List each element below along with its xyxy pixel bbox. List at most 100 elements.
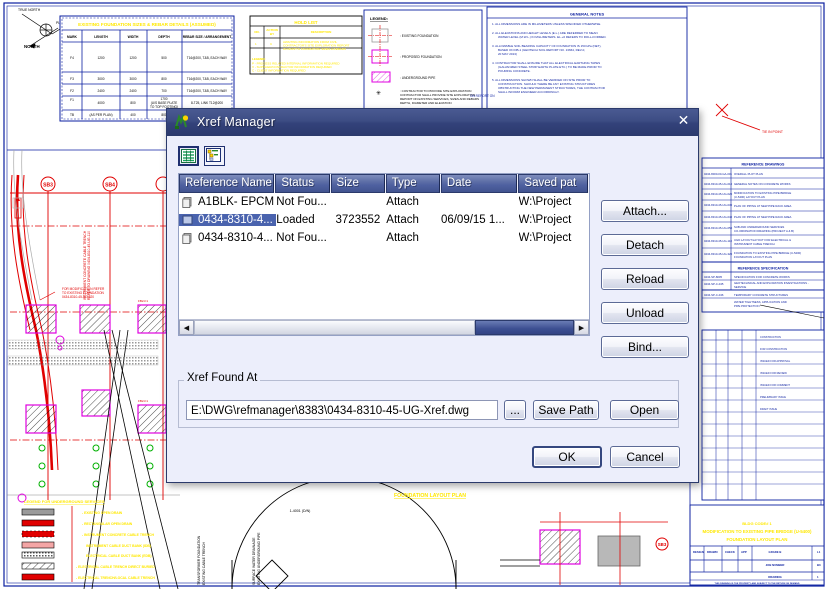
svg-text:BLDG CODE# 1: BLDG CODE# 1 [742, 521, 772, 526]
cancel-button[interactable]: Cancel [610, 446, 680, 468]
cell-status: Loaded [276, 214, 315, 226]
svg-text:- RECTANGULAR OPEN DRAIN: - RECTANGULAR OPEN DRAIN [82, 522, 133, 526]
svg-text:T16@200, T&B, EACH WAY: T16@200, T&B, EACH WAY [187, 56, 228, 60]
svg-text:PLAN OF PIPING AT NEW PIPE RAC: PLAN OF PIPING AT NEW PIPE RACK AREA [734, 204, 792, 208]
svg-text:SHALL INFORM ENGINEER ACCORDIN: SHALL INFORM ENGINEER ACCORDINGLY. [498, 90, 560, 94]
column-header-date[interactable]: Date [440, 174, 518, 193]
svg-text:FOUNDATION LAYOUT PLAN: FOUNDATION LAYOUT PLAN [727, 537, 788, 542]
svg-text:NO.: NO. [254, 30, 260, 34]
svg-text:PLAN OF PIPING AT NEW PIPE RAC: PLAN OF PIPING AT NEW PIPE RACK AREA [734, 215, 792, 219]
svg-text:CHECK: CHECK [725, 550, 735, 554]
svg-text:F3: F3 [70, 77, 74, 81]
svg-text:3000: 3000 [129, 77, 136, 81]
svg-text:0434-8000-00-GA-001: 0434-8000-00-GA-001 [704, 172, 732, 176]
table-row[interactable]: 0434-8310-4... Loaded 3723552 Attach 06/… [179, 211, 589, 229]
svg-text:SERVICE: SERVICE [734, 285, 746, 289]
svg-text:EXISTING UNDERGROUND PIPE: EXISTING UNDERGROUND PIPE [257, 532, 261, 585]
svg-text:PRELIMINARY ISSUE: PRELIMINARY ISSUE [760, 395, 786, 399]
svg-text:PIPE PROTECTION: PIPE PROTECTION [734, 304, 760, 308]
scroll-right-arrow[interactable]: ▶ [574, 320, 589, 335]
xref-manager-dialog[interactable]: Xref Manager ✕ Reference Name Status Siz… [166, 108, 699, 483]
unload-button[interactable]: Unload [601, 302, 689, 324]
svg-text:: UNDERGROUND PIPE: : UNDERGROUND PIPE [400, 76, 435, 80]
svg-text:APP: APP [741, 550, 747, 554]
bind-button[interactable]: Bind... [601, 336, 689, 358]
svg-text:T16@200, T&B, EACH WAY: T16@200, T&B, EACH WAY [187, 89, 228, 93]
svg-text:GRADE B: GRADE B [769, 550, 782, 554]
cell-date: 06/09/15 1... [440, 214, 505, 226]
svg-text:800: 800 [161, 77, 167, 81]
cell-size: 3723552 [335, 214, 381, 226]
svg-text:: EXISTING FOUNDATION: : EXISTING FOUNDATION [400, 34, 439, 38]
column-header-saved-path[interactable]: Saved pat [518, 174, 589, 193]
browse-button[interactable]: ... [504, 400, 526, 420]
table-row[interactable]: A1BLK- EPCM Not Fou... Attach W:\Project [179, 193, 589, 211]
file-icon-loaded [182, 214, 194, 226]
svg-text:1200: 1200 [97, 56, 104, 60]
svg-text:TIE IN POINT: TIE IN POINT [762, 130, 783, 134]
svg-text:- ELECTRICAL CABLE TRENCH DIR: - ELECTRICAL CABLE TRENCH DIRECT BURIED [76, 565, 155, 569]
column-header-size[interactable]: Size [330, 174, 385, 193]
svg-text:DRAWN: DRAWN [707, 550, 718, 554]
svg-text:REFERENCE DRAWINGS: REFERENCE DRAWINGS [742, 163, 786, 167]
svg-text:400: 400 [130, 113, 136, 117]
svg-text:LEGEND:: LEGEND: [252, 57, 266, 61]
svg-text:DESIGN: DESIGN [693, 550, 704, 554]
svg-text:TB: TB [70, 113, 74, 117]
xref-path-input[interactable] [186, 400, 498, 420]
column-header-reference-name[interactable]: Reference Name [179, 174, 275, 193]
xref-list[interactable]: Reference Name Status Size Type Date Sav… [178, 173, 590, 336]
svg-text:ISSUED FOR APPROVAL: ISSUED FOR APPROVAL [760, 359, 791, 363]
svg-text:- EXISTING OPEN DRAIN: - EXISTING OPEN DRAIN [82, 511, 123, 515]
svg-text:ISSUED FOR REVIEW: ISSUED FOR REVIEW [760, 371, 787, 375]
detach-button[interactable]: Detach [601, 234, 689, 256]
svg-text:T16@200, T&B, EACH WAY: T16@200, T&B, EACH WAY [187, 77, 228, 81]
view-mode-toggle-group [178, 146, 225, 166]
svg-text:SPECIFICATION FOR CONCRETE WOR: SPECIFICATION FOR CONCRETE WORKS [734, 275, 790, 279]
cell-reference-name: 0434-8310-4... [179, 232, 276, 244]
svg-text:DEPTH, DIAMETER AND ELEVATION: DEPTH, DIAMETER AND ELEVATION [400, 101, 452, 105]
svg-text:L1: L1 [817, 550, 821, 554]
attach-button[interactable]: Attach... [601, 200, 689, 222]
horizontal-scrollbar[interactable]: ◀ ▶ [179, 319, 589, 335]
table-row[interactable]: 0434-8310-4... Not Fou... Attach W:\Proj… [179, 229, 589, 247]
svg-text:ISSUED FOR COMMENT: ISSUED FOR COMMENT [760, 383, 790, 387]
dialog-body: Reference Name Status Size Type Date Sav… [167, 136, 698, 485]
svg-text:DESCRIPTION: DESCRIPTION [311, 30, 332, 34]
open-button[interactable]: Open [610, 400, 679, 420]
column-header-status[interactable]: Status [275, 174, 330, 193]
svg-text:8-T25, LINK T12@200: 8-T25, LINK T12@200 [191, 101, 223, 105]
svg-text:LEGEND:: LEGEND: [370, 16, 388, 21]
svg-text:0434-8310-45-UG-040: 0434-8310-45-UG-040 [704, 215, 733, 219]
svg-text:OVERALL PLOT PLAN: OVERALL PLOT PLAN [734, 172, 763, 176]
scrollbar-thumb[interactable] [475, 320, 574, 335]
svg-text:POURING CONCRETE.: POURING CONCRETE. [498, 69, 531, 73]
cell-type: Attach [386, 214, 419, 226]
svg-text:HOLD LIST: HOLD LIST [294, 20, 317, 25]
svg-text:3000: 3000 [97, 77, 104, 81]
svg-text:- ELECTRICAL TRENCH/LOCAL CAB: - ELECTRICAL TRENCH/LOCAL CABLE TRENCH [76, 576, 155, 580]
svg-text:1200: 1200 [129, 56, 136, 60]
reference-name-text: A1BLK- EPCM [198, 196, 275, 208]
close-icon[interactable]: ✕ [675, 113, 692, 130]
svg-text:: PROPOSED FOUNDATION: : PROPOSED FOUNDATION [400, 55, 442, 59]
save-path-button[interactable]: Save Path [533, 400, 599, 420]
file-icon [182, 196, 194, 208]
svg-text:MODIFICATION TO EXISTING PIPE: MODIFICATION TO EXISTING PIPE BRIDGE (U-… [703, 529, 812, 534]
svg-text:B3: B3 [817, 563, 821, 567]
reload-button[interactable]: Reload [601, 268, 689, 290]
svg-text:0434-SP-C-045: 0434-SP-C-045 [704, 282, 724, 286]
scroll-left-arrow[interactable]: ◀ [179, 320, 194, 335]
scrollbar-track[interactable] [194, 320, 574, 335]
column-header-type[interactable]: Type [385, 174, 440, 193]
ok-button[interactable]: OK [532, 446, 602, 468]
tree-view-button[interactable] [204, 146, 225, 166]
cell-status: Not Fou... [276, 196, 327, 208]
svg-text:2400: 2400 [129, 89, 136, 93]
dialog-title-bar[interactable]: Xref Manager ✕ [167, 109, 698, 136]
svg-text:JOB NUMBER: JOB NUMBER [766, 563, 785, 567]
list-view-button[interactable] [178, 146, 199, 166]
svg-text:FB2-F1: FB2-F1 [138, 299, 148, 303]
svg-text:WIDTH: WIDTH [128, 35, 139, 39]
svg-text:BY: BY [270, 32, 274, 36]
